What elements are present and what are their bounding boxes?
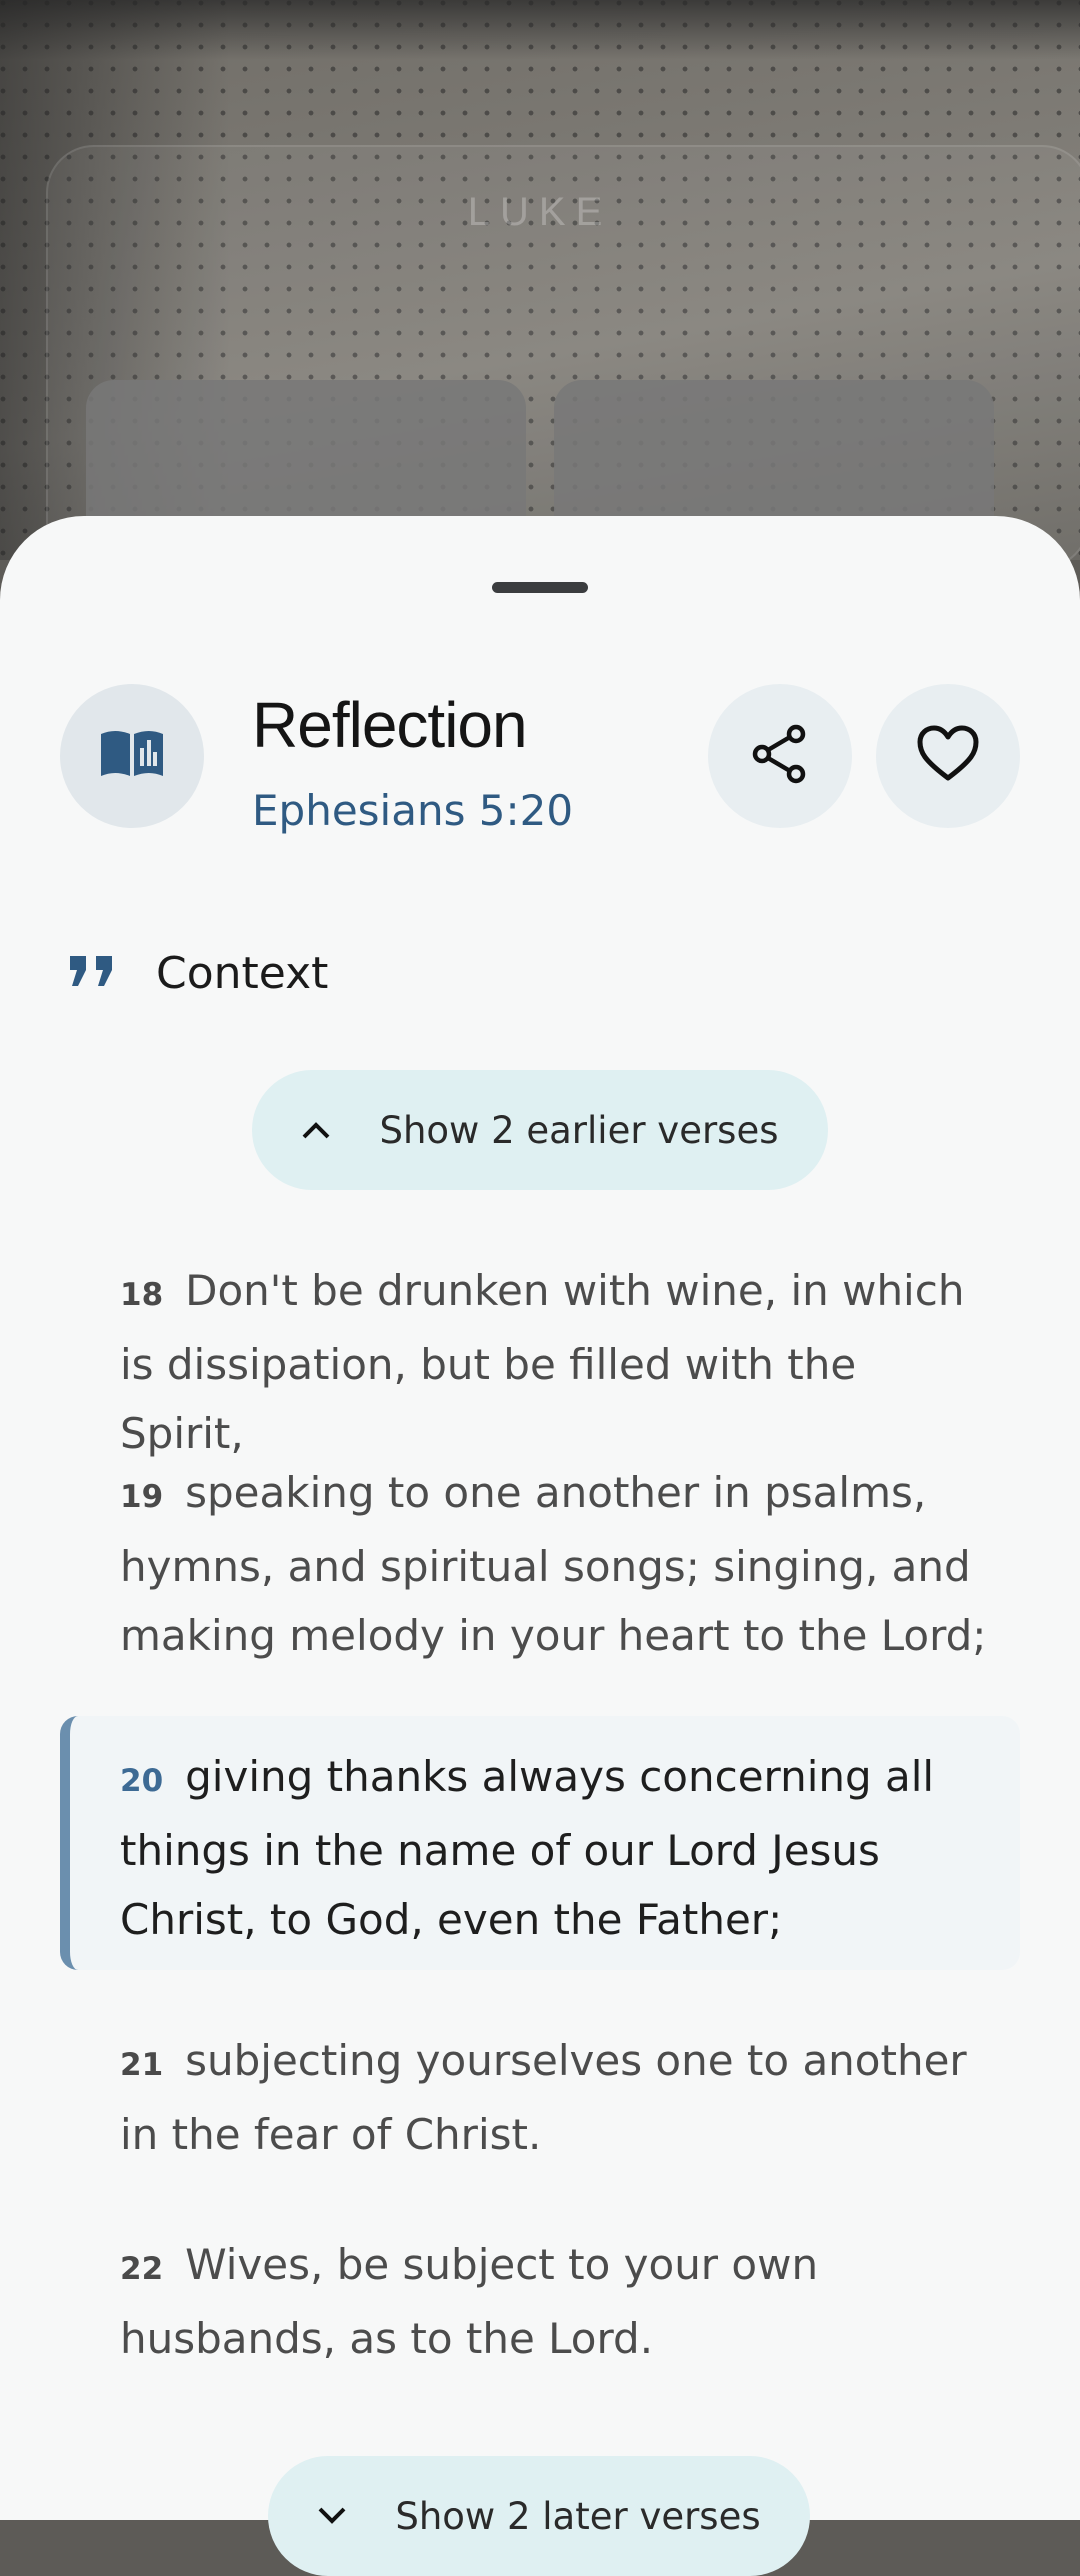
context-label: Context <box>156 948 329 999</box>
sheet-title: Reflection <box>252 689 528 761</box>
verse-21[interactable]: 21 subjecting yourselves one to another i… <box>120 2026 990 2169</box>
context-header: Context <box>66 948 328 999</box>
show-later-verses-button[interactable]: Show 2 later verses <box>268 2456 810 2576</box>
verse-20-highlighted[interactable]: 20 giving thanks always concerning all th… <box>120 1742 1000 1954</box>
chevron-up-icon <box>301 1120 331 1140</box>
book-icon-badge <box>60 684 204 828</box>
verse-text: Don't be drunken with wine, in which is … <box>120 1266 965 1458</box>
share-icon <box>748 722 812 790</box>
book-icon <box>97 726 167 786</box>
verse-18[interactable]: 18 Don't be drunken with wine, in which i… <box>120 1256 990 1468</box>
heart-icon <box>916 724 980 788</box>
chevron-down-icon <box>317 2506 347 2526</box>
quote-icon <box>66 952 118 996</box>
verse-text: speaking to one another in psalms, hymns… <box>120 1468 987 1660</box>
bottom-sheet: Reflection Ephesians 5:20 Context Show 2… <box>0 516 1080 2576</box>
verse-text: subjecting yourselves one to another in … <box>120 2036 967 2159</box>
verse-text: giving thanks always concerning all thin… <box>120 1752 935 1944</box>
show-earlier-verses-button[interactable]: Show 2 earlier verses <box>252 1070 828 1190</box>
verse-text: Wives, be subject to your own husbands, … <box>120 2240 819 2363</box>
background-book-title: LUKE <box>467 190 613 234</box>
verse-number: 19 <box>120 1479 164 1515</box>
drag-handle[interactable] <box>492 582 588 593</box>
verse-number: 18 <box>120 1277 164 1313</box>
verse-number: 22 <box>120 2251 164 2287</box>
show-later-label: Show 2 later verses <box>395 2494 761 2538</box>
verse-number: 21 <box>120 2047 164 2083</box>
favorite-button[interactable] <box>876 684 1020 828</box>
verse-22[interactable]: 22 Wives, be subject to your own husbands… <box>120 2230 990 2373</box>
verse-number: 20 <box>120 1763 164 1799</box>
verse-reference: Ephesians 5:20 <box>252 786 574 835</box>
show-earlier-label: Show 2 earlier verses <box>379 1108 779 1152</box>
share-button[interactable] <box>708 684 852 828</box>
verse-19[interactable]: 19 speaking to one another in psalms, hym… <box>120 1458 990 1670</box>
